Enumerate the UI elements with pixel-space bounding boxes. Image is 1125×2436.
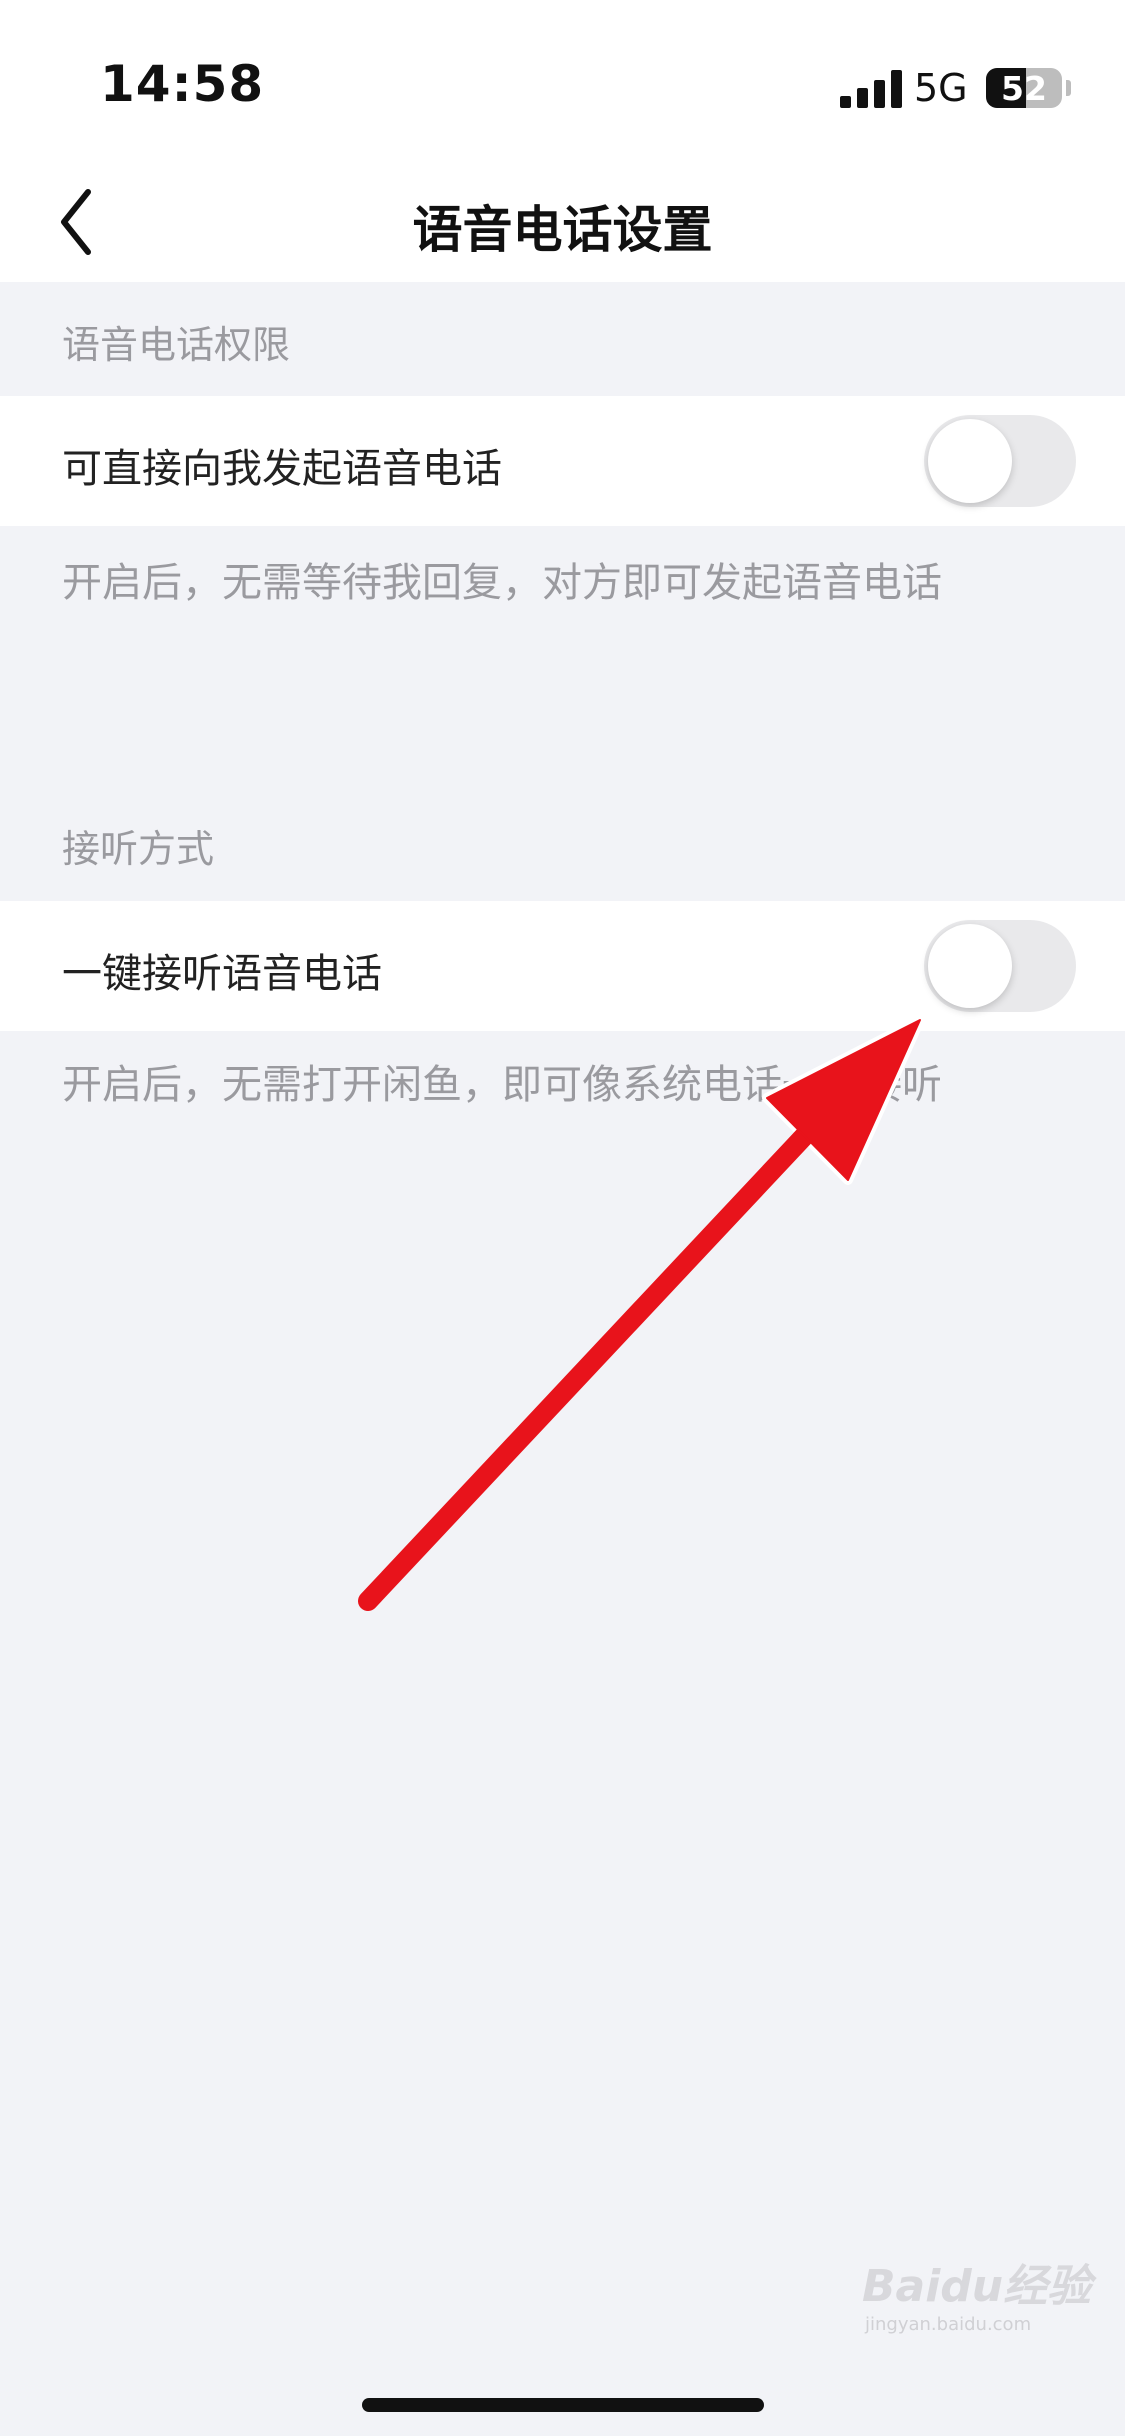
setting-row-direct-call: 可直接向我发起语音电话	[0, 396, 1125, 526]
battery-percent: 52	[1001, 69, 1047, 108]
page-title: 语音电话设置	[412, 201, 713, 259]
setting-description-direct-call: 开启后，无需等待我回复，对方即可发起语音电话	[62, 560, 942, 606]
toggle-knob	[928, 924, 1012, 1008]
setting-label-one-tap-answer: 一键接听语音电话	[62, 951, 382, 997]
toggle-knob	[928, 419, 1012, 503]
section-header-answer-mode: 接听方式	[62, 827, 215, 871]
setting-row-one-tap-answer: 一键接听语音电话	[0, 901, 1125, 1031]
home-indicator[interactable]	[362, 2398, 764, 2412]
battery-tip	[1066, 80, 1071, 96]
section-header-permission: 语音电话权限	[62, 323, 291, 367]
navigation-bar: 语音电话设置	[0, 160, 1125, 282]
cellular-signal-icon	[840, 70, 902, 108]
status-time: 14:58	[100, 55, 265, 113]
status-bar: 14:58 5G 52	[0, 0, 1125, 160]
setting-description-one-tap-answer: 开启后，无需打开闲鱼，即可像系统电话一样接听	[62, 1062, 942, 1108]
setting-label-direct-call: 可直接向我发起语音电话	[62, 446, 502, 492]
one-tap-answer-toggle[interactable]	[924, 920, 1076, 1012]
watermark-url: jingyan.baidu.com	[865, 2314, 1032, 2335]
direct-call-toggle[interactable]	[924, 415, 1076, 507]
watermark-logo: Baidu经验	[862, 2261, 1092, 2312]
battery-icon: 52	[986, 68, 1062, 108]
network-type: 5G	[914, 66, 968, 110]
